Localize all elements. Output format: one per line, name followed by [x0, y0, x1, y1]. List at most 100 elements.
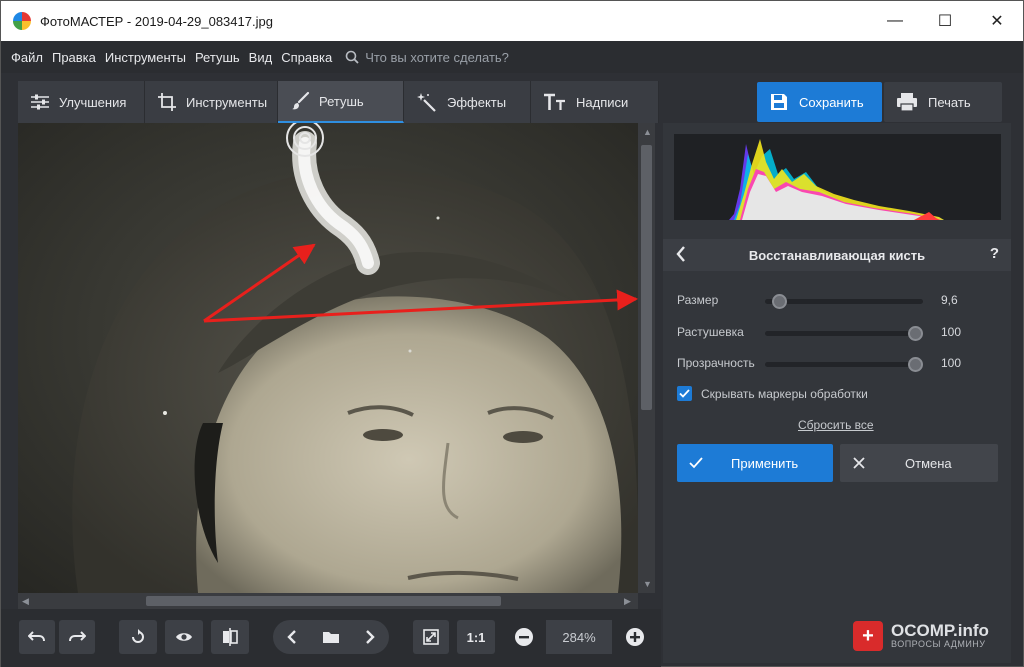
reset-rotate-button[interactable] [119, 620, 157, 654]
close-button[interactable]: ✕ [973, 1, 1021, 41]
tab-retouch[interactable]: Ретушь [278, 81, 404, 123]
cancel-label: Отмена [905, 455, 952, 471]
tool-tabs: Улучшения Инструменты Ретушь Эффекты Над… [18, 81, 659, 123]
tab-enhancements[interactable]: Улучшения [18, 81, 145, 123]
previous-photo-button[interactable] [273, 620, 311, 654]
menu-search[interactable]: Что вы хотите сделать? [345, 50, 509, 65]
rotate-icon [132, 629, 144, 643]
horizontal-scrollbar[interactable]: ◀ ▶ [18, 593, 638, 609]
watermark-main: OCOMP.info [891, 621, 989, 641]
hide-markers-row[interactable]: Скрывать маркеры обработки [677, 386, 868, 401]
fit-to-screen-button[interactable] [413, 620, 449, 654]
save-button[interactable]: Сохранить [757, 82, 882, 122]
tab-enhancements-label: Улучшения [59, 94, 127, 110]
feather-slider[interactable] [765, 326, 923, 341]
menu-tools[interactable]: Инструменты [105, 50, 186, 65]
horizontal-scroll-thumb[interactable] [146, 596, 501, 606]
search-icon [345, 50, 359, 64]
feather-slider-thumb[interactable] [908, 326, 923, 341]
tab-effects-label: Эффекты [447, 94, 507, 110]
crop-icon [158, 93, 176, 111]
help-icon[interactable]: ? [990, 245, 999, 262]
bottom-toolbar: 1:1 284% [1, 609, 661, 667]
open-folder-button[interactable] [312, 620, 350, 654]
tab-text[interactable]: Надписи [531, 81, 659, 123]
scroll-up-icon[interactable]: ▲ [643, 127, 652, 137]
scroll-down-icon[interactable]: ▼ [643, 579, 652, 589]
chevron-right-icon [366, 630, 375, 644]
tab-tools[interactable]: Инструменты [145, 81, 278, 123]
next-photo-button[interactable] [351, 620, 389, 654]
tab-effects[interactable]: Эффекты [404, 81, 531, 123]
close-icon: ✕ [990, 13, 1004, 30]
print-button[interactable]: Печать [884, 82, 1002, 122]
tab-text-label: Надписи [576, 94, 629, 110]
undo-icon [28, 631, 45, 642]
minimize-button[interactable]: — [871, 1, 919, 41]
hide-markers-checkbox[interactable] [677, 386, 692, 401]
apply-button[interactable]: Применить [677, 444, 833, 482]
reset-all-link[interactable]: Сбросить все [798, 418, 874, 432]
sliders-icon [31, 94, 49, 110]
menu-edit[interactable]: Правка [52, 50, 96, 65]
search-placeholder: Что вы хотите сделать? [365, 49, 509, 65]
size-slider-thumb[interactable] [772, 294, 788, 309]
watermark-sub: ВОПРОСЫ АДМИНУ [891, 639, 986, 650]
undo-button[interactable] [19, 620, 55, 654]
feather-label: Растушевка [677, 325, 744, 339]
menu-retouch[interactable]: Ретушь [195, 50, 240, 65]
watermark-text: OCOMP.info ВОПРОСЫ АДМИНУ [891, 622, 989, 649]
app-window: ФотоМАСТЕР - 2019-04-29_083417.jpg — ☐ ✕… [0, 0, 1024, 667]
actual-size-button[interactable]: 1:1 [457, 620, 495, 654]
menu-view[interactable]: Вид [249, 50, 273, 65]
panel-header: Восстанавливающая кисть ? [663, 239, 1011, 271]
feather-value: 100 [941, 325, 962, 339]
menu-help[interactable]: Справка [281, 50, 332, 65]
chevron-left-icon [287, 630, 296, 644]
opacity-slider[interactable] [765, 357, 923, 372]
zoom-level[interactable]: 284% [546, 620, 612, 654]
size-value: 9,6 [941, 293, 958, 307]
zoom-in-button[interactable] [617, 620, 653, 654]
preview-button[interactable] [165, 620, 203, 654]
redo-icon [69, 631, 86, 642]
maximize-icon: ☐ [937, 13, 953, 30]
size-slider[interactable] [765, 294, 923, 309]
hide-markers-label: Скрывать маркеры обработки [701, 386, 868, 401]
title-bar: ФотоМАСТЕР - 2019-04-29_083417.jpg — ☐ ✕ [1, 1, 1023, 41]
scroll-left-icon[interactable]: ◀ [22, 596, 29, 607]
opacity-slider-thumb[interactable] [908, 357, 923, 372]
checkmark-icon [679, 389, 690, 398]
floppy-disk-icon [771, 94, 787, 110]
opacity-slider-row: Прозрачность 100 [677, 354, 1007, 374]
app-logo-icon [13, 12, 31, 30]
histogram-graph [729, 139, 944, 220]
watermark-badge: + [853, 621, 883, 651]
redo-button[interactable] [59, 620, 95, 654]
scroll-right-icon[interactable]: ▶ [624, 596, 631, 607]
cancel-button[interactable]: Отмена [840, 444, 998, 482]
maximize-button[interactable]: ☐ [921, 1, 969, 41]
window-title: ФотоМАСТЕР - 2019-04-29_083417.jpg [40, 13, 273, 29]
magic-wand-icon [417, 93, 436, 112]
vertical-scrollbar[interactable]: ▲ ▼ [638, 123, 655, 593]
check-icon [689, 457, 703, 469]
eye-icon [176, 633, 192, 641]
zoom-out-button[interactable] [506, 620, 542, 654]
photo-canvas[interactable] [18, 123, 638, 593]
minimize-icon: — [887, 12, 903, 29]
print-label: Печать [928, 94, 971, 110]
folder-icon [323, 632, 339, 643]
size-slider-row: Размер 9,6 [677, 291, 1007, 311]
compare-button[interactable] [211, 620, 249, 654]
zoom-in-icon [626, 628, 644, 646]
vertical-scroll-thumb[interactable] [641, 145, 652, 410]
photo-image [18, 123, 638, 593]
watermark-logo: + OCOMP.info ВОПРОСЫ АДМИНУ [853, 621, 989, 651]
fit-screen-icon [423, 629, 439, 645]
apply-label: Применить [731, 455, 799, 471]
menu-file[interactable]: Файл [11, 50, 43, 65]
close-x-icon [853, 457, 865, 469]
text-icon [544, 93, 565, 110]
brush-icon [292, 91, 310, 110]
